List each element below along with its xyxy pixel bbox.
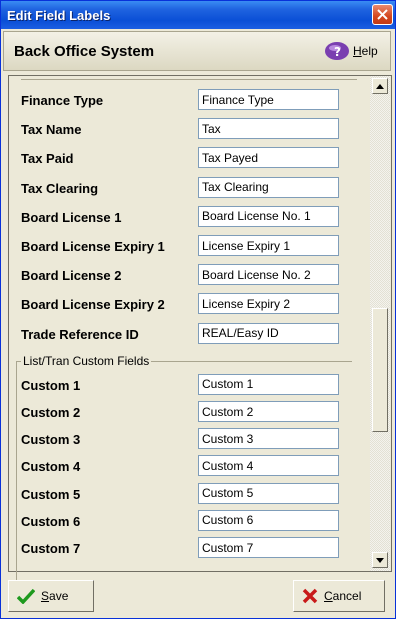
field-label: Finance Type	[21, 93, 104, 108]
field-label: Tax Paid	[21, 151, 74, 167]
save-label: Save	[41, 589, 69, 603]
top-divider	[21, 79, 357, 80]
custom-field-row: Custom 5	[9, 482, 369, 507]
cancel-label: Cancel	[324, 589, 362, 603]
close-icon	[377, 9, 388, 20]
custom-field-input[interactable]	[198, 401, 339, 422]
checkmark-icon	[17, 588, 35, 604]
scroll-up-button[interactable]	[372, 78, 388, 94]
field-input[interactable]	[198, 235, 339, 256]
field-label: Board License 1	[21, 209, 122, 225]
field-input[interactable]	[198, 322, 339, 344]
custom-field-label: Custom 3	[21, 432, 81, 448]
field-row: Board License Expiry 2	[9, 293, 369, 317]
custom-field-label: Custom 1	[21, 377, 81, 393]
save-button[interactable]: Save	[8, 580, 94, 612]
custom-field-row: Custom 1	[9, 373, 369, 398]
field-label: Board License Expiry 1	[21, 239, 165, 254]
custom-field-label: Custom 6	[21, 513, 81, 529]
edit-field-labels-window: Edit Field Labels Back Office System ? H…	[0, 0, 396, 619]
help-label: Help	[353, 44, 378, 58]
field-row: Tax Name	[9, 118, 369, 142]
custom-field-label: Custom 2	[21, 405, 81, 420]
cancel-button[interactable]: Cancel	[293, 580, 385, 612]
field-label: Board License Expiry 2	[21, 297, 165, 313]
custom-field-input[interactable]	[198, 428, 339, 450]
custom-field-label: Custom 4	[21, 459, 81, 475]
window-title: Edit Field Labels	[7, 7, 111, 23]
help-button[interactable]: ? Help	[324, 38, 384, 64]
field-row: Tax Paid	[9, 147, 369, 171]
svg-text:?: ?	[334, 45, 341, 59]
custom-field-label: Custom 7	[21, 541, 81, 556]
field-label: Tax Clearing	[21, 180, 99, 196]
custom-field-row: Custom 6	[9, 509, 369, 534]
app-header: Back Office System ? Help	[3, 31, 391, 71]
field-row: Board License 1	[9, 205, 369, 230]
field-label: Trade Reference ID	[21, 326, 139, 342]
custom-field-input[interactable]	[198, 373, 339, 395]
field-label: Tax Name	[21, 122, 82, 138]
vertical-scrollbar[interactable]	[370, 76, 390, 571]
group-title: List/Tran Custom Fields	[21, 353, 152, 368]
help-icon: ?	[325, 42, 349, 60]
field-row: Board License Expiry 1	[9, 235, 369, 259]
field-label: Board License 2	[21, 268, 122, 284]
field-row: Finance Type	[9, 89, 369, 113]
field-input[interactable]	[198, 264, 339, 286]
field-input[interactable]	[198, 89, 339, 110]
fields-panel: Finance Type Tax Name Tax Paid Tax Clearing…	[8, 75, 392, 591]
custom-field-label: Custom 5	[21, 486, 81, 502]
custom-field-row: Custom 7	[9, 537, 369, 561]
field-row: Board License 2	[9, 264, 369, 288]
app-title: Back Office System	[14, 43, 155, 60]
close-button[interactable]	[372, 4, 393, 25]
scrollbar-thumb[interactable]	[372, 308, 388, 432]
custom-field-row: Custom 3	[9, 428, 369, 452]
field-row: Tax Clearing	[9, 176, 369, 201]
field-input[interactable]	[198, 293, 339, 315]
custom-field-input[interactable]	[198, 537, 339, 558]
scroll-down-button[interactable]	[372, 552, 388, 568]
field-row: Trade Reference ID	[9, 322, 369, 347]
field-input[interactable]	[198, 176, 339, 198]
custom-field-input[interactable]	[198, 509, 339, 531]
field-input[interactable]	[198, 118, 339, 140]
x-icon	[302, 588, 318, 604]
custom-field-input[interactable]	[198, 482, 339, 504]
arrow-down-icon	[376, 557, 384, 563]
field-input[interactable]	[198, 205, 339, 227]
custom-field-row: Custom 2	[9, 401, 369, 425]
title-bar[interactable]: Edit Field Labels	[1, 1, 395, 29]
arrow-up-icon	[376, 83, 384, 89]
custom-field-input[interactable]	[198, 455, 339, 477]
custom-field-row: Custom 4	[9, 455, 369, 479]
field-input[interactable]	[198, 147, 339, 169]
